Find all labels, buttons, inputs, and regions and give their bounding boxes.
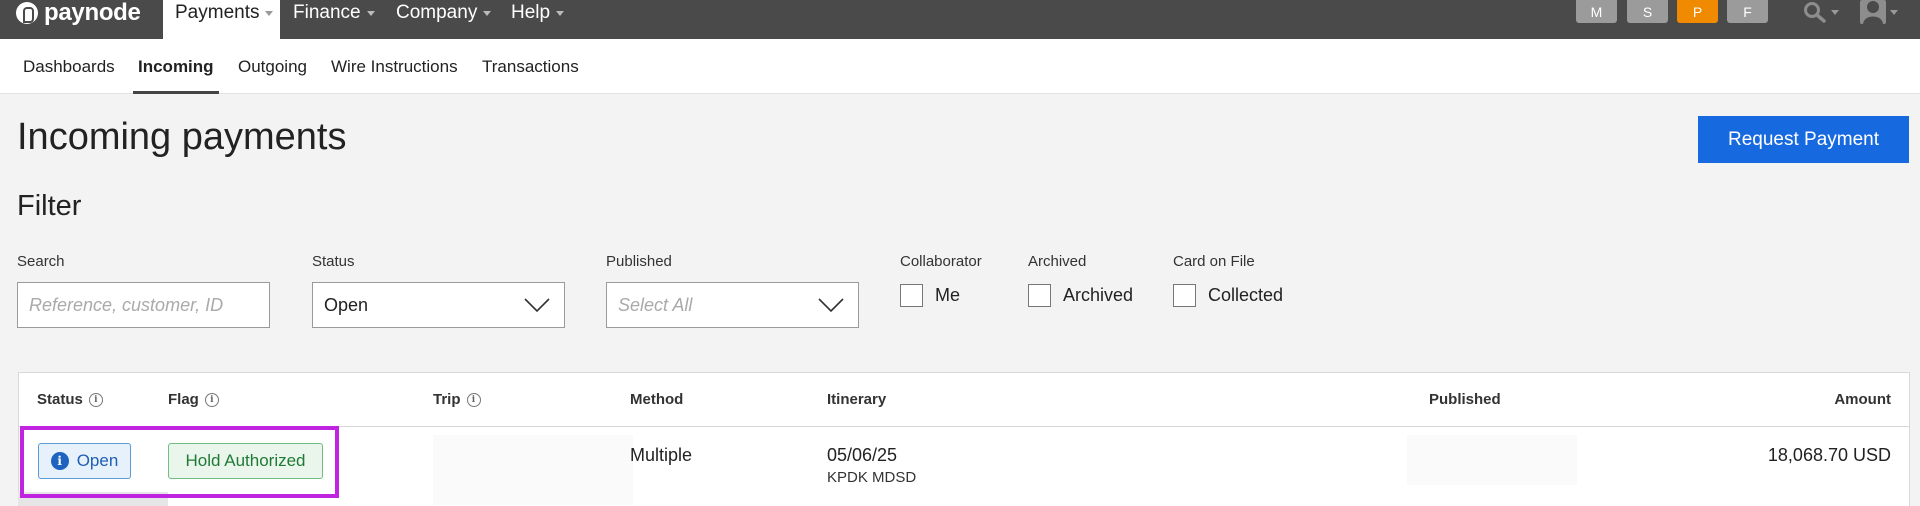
search-label: Search — [17, 253, 65, 270]
amount-cell: 18,068.70 USD — [1767, 445, 1891, 465]
sub-nav: Dashboards Incoming Outgoing Wire Instru… — [0, 39, 1920, 94]
trip-cell — [433, 435, 633, 505]
card-on-file-label: Card on File — [1173, 253, 1255, 270]
column-flag[interactable]: Flag i — [168, 391, 219, 408]
logo-icon — [16, 1, 38, 24]
filter-title: Filter — [17, 190, 82, 222]
column-published[interactable]: Published — [1429, 391, 1501, 408]
chevron-down-icon — [265, 11, 274, 16]
published-select[interactable]: Select All — [606, 282, 859, 328]
search-icon — [1804, 2, 1826, 23]
table-header: Status i Flag i Trip i Method Itinerary … — [19, 373, 1909, 427]
published-select-placeholder: Select All — [618, 294, 693, 315]
archived-option[interactable]: Archived — [1028, 282, 1133, 308]
tab-outgoing[interactable]: Outgoing — [238, 39, 307, 94]
chevron-down-icon — [1890, 9, 1898, 15]
chevron-down-icon — [818, 298, 844, 312]
chevron-down-icon — [524, 298, 550, 312]
info-icon[interactable]: i — [204, 392, 219, 407]
published-cell — [1407, 435, 1577, 485]
page-title: Incoming payments — [17, 116, 347, 158]
user-icon — [1860, 0, 1886, 24]
status-label: Status — [312, 253, 355, 270]
tab-wire-instructions[interactable]: Wire Instructions — [331, 39, 458, 94]
status-select[interactable]: Open — [312, 282, 565, 328]
avatar-p[interactable]: P — [1677, 0, 1718, 23]
tab-transactions[interactable]: Transactions — [482, 39, 579, 94]
chevron-down-icon — [483, 11, 492, 16]
search-input[interactable]: Reference, customer, ID — [17, 282, 270, 328]
search-menu[interactable] — [1803, 0, 1839, 24]
collected-checkbox[interactable] — [1173, 283, 1196, 307]
chevron-down-icon — [556, 11, 565, 16]
chevron-down-icon — [1831, 9, 1839, 15]
method-cell: Multiple — [630, 445, 693, 465]
collaborator-me-option[interactable]: Me — [900, 282, 960, 308]
collaborator-me-checkbox[interactable] — [900, 283, 923, 307]
tab-incoming[interactable]: Incoming — [133, 39, 219, 94]
top-nav: paynode Payments Finance Company Help M … — [0, 0, 1920, 39]
nav-item-finance[interactable]: Finance — [293, 0, 375, 39]
itinerary-route: KPDK MDSD — [827, 469, 917, 486]
archived-label: Archived — [1028, 253, 1087, 270]
archived-checkbox[interactable] — [1028, 283, 1051, 307]
avatar-f[interactable]: F — [1727, 0, 1768, 23]
card-collected-option[interactable]: Collected — [1173, 282, 1283, 308]
nav-item-payments[interactable]: Payments — [163, 0, 280, 39]
nav-item-help[interactable]: Help — [511, 0, 565, 39]
column-method[interactable]: Method — [630, 391, 683, 408]
itinerary-date: 05/06/25 — [827, 445, 898, 465]
column-itinerary[interactable]: Itinerary — [827, 391, 886, 408]
request-payment-button[interactable]: Request Payment — [1698, 116, 1909, 163]
avatar-m[interactable]: M — [1576, 0, 1617, 23]
status-select-value: Open — [324, 294, 369, 315]
info-icon[interactable]: i — [88, 392, 103, 407]
app-logo[interactable]: paynode — [16, 0, 141, 25]
column-amount[interactable]: Amount — [1834, 391, 1891, 408]
chevron-down-icon — [366, 11, 375, 16]
user-menu[interactable] — [1860, 0, 1898, 24]
collaborator-label: Collaborator — [900, 253, 982, 270]
column-trip[interactable]: Trip i — [433, 391, 481, 408]
tab-dashboards[interactable]: Dashboards — [23, 39, 115, 94]
nav-item-company[interactable]: Company — [396, 0, 492, 39]
highlight-box — [20, 426, 339, 498]
published-label: Published — [606, 253, 672, 270]
avatar-s[interactable]: S — [1627, 0, 1668, 23]
app-name: paynode — [44, 0, 141, 26]
column-status[interactable]: Status i — [37, 391, 103, 408]
info-icon[interactable]: i — [466, 392, 481, 407]
